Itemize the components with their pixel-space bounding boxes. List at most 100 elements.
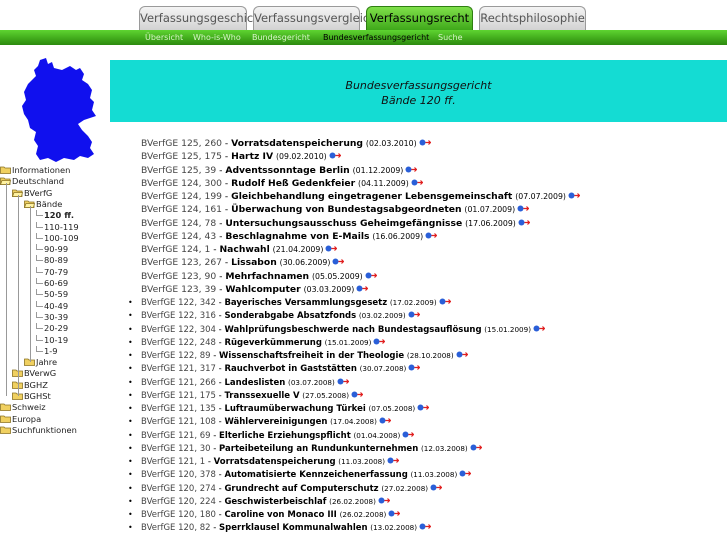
link-arrow-icon[interactable] bbox=[459, 470, 472, 477]
link-arrow-icon[interactable] bbox=[387, 457, 400, 464]
tree-item-110-119[interactable]: 110-119 bbox=[36, 221, 79, 233]
tab-verfassungsrecht[interactable]: Verfassungsrecht bbox=[366, 6, 473, 30]
tree-item-60-69[interactable]: 60-69 bbox=[36, 277, 68, 289]
decision-title-link[interactable]: Parteibeteilung an Rundunkunternehmen bbox=[219, 444, 418, 454]
tab-rechtsphilosophie[interactable]: Rechtsphilosophie bbox=[479, 6, 586, 30]
decision-title-link[interactable]: Wissenschaftsfreiheit in der Theologie bbox=[219, 351, 404, 361]
decision-title-link[interactable]: Grundrecht auf Computerschutz bbox=[224, 484, 378, 494]
link-arrow-icon[interactable] bbox=[337, 378, 349, 385]
tree-item-120-ff-[interactable]: 120 ff. bbox=[36, 209, 74, 221]
tree-item-90-99[interactable]: 90-99 bbox=[36, 243, 68, 255]
subnav-bundesverfassungsgericht[interactable]: Bundesverfassungsgericht bbox=[323, 31, 429, 44]
link-arrow-icon[interactable] bbox=[439, 298, 451, 305]
decision-title-link[interactable]: Rauchverbot in Gaststätten bbox=[224, 364, 356, 374]
decision-title-link[interactable]: Rudolf Heß Gedenkfeier bbox=[231, 178, 355, 189]
tree-item-suchfunktionen[interactable]: Suchfunktionen bbox=[0, 424, 77, 436]
decision-title-link[interactable]: Bayerisches Versammlungsgesetz bbox=[224, 298, 387, 308]
link-arrow-icon[interactable] bbox=[378, 497, 390, 504]
link-arrow-icon[interactable] bbox=[408, 364, 421, 371]
tree-item-1-9[interactable]: 1-9 bbox=[36, 345, 58, 357]
link-arrow-icon[interactable] bbox=[430, 484, 443, 491]
tree-item-100-109[interactable]: 100-109 bbox=[36, 232, 79, 244]
link-arrow-icon[interactable] bbox=[325, 245, 338, 252]
decision-title-link[interactable]: Vorratsdatenspeicherung bbox=[214, 457, 336, 467]
link-arrow-icon[interactable] bbox=[356, 285, 369, 292]
link-arrow-icon[interactable] bbox=[470, 444, 482, 451]
decision-reference: BVerfGE 121, 1 bbox=[141, 457, 206, 467]
decision-title-link[interactable]: Landeslisten bbox=[224, 378, 285, 388]
germany-map-icon[interactable] bbox=[18, 58, 104, 164]
decision-title-link[interactable]: Transsexuelle V bbox=[224, 391, 299, 401]
decision-title-link[interactable]: Rügeverkümmerung bbox=[224, 338, 322, 348]
tree-item-deutschland[interactable]: Deutschland bbox=[0, 175, 64, 187]
tree-item-20-29[interactable]: 20-29 bbox=[36, 322, 68, 334]
decision-title-link[interactable]: Lissabon bbox=[231, 257, 277, 268]
decision-reference: BVerfGE 120, 274 bbox=[141, 483, 216, 494]
decision-title-link[interactable]: Caroline von Monaco III bbox=[224, 510, 336, 520]
tree-item-europa[interactable]: Europa bbox=[0, 413, 41, 425]
tree-item-informationen[interactable]: Informationen bbox=[0, 164, 70, 176]
tab-verfassungsgeschichte[interactable]: Verfassungsgeschichte bbox=[139, 6, 272, 30]
link-arrow-icon[interactable] bbox=[405, 166, 418, 173]
decision-title-link[interactable]: Überwachung von Bundestagsabgeordneten bbox=[231, 204, 461, 215]
decision-title-link[interactable]: Mehrfachnamen bbox=[225, 271, 309, 282]
decision-date: (01.07.2009) bbox=[464, 205, 516, 215]
decision-title-link[interactable]: Geschwisterbeischlaf bbox=[224, 497, 326, 507]
link-arrow-icon[interactable] bbox=[517, 205, 530, 212]
decision-title-link[interactable]: Wählervereinigungen bbox=[224, 417, 327, 427]
link-arrow-icon[interactable] bbox=[419, 523, 432, 530]
tree-item-80-89[interactable]: 80-89 bbox=[36, 254, 68, 266]
subnav-uebersicht[interactable]: Übersicht bbox=[145, 31, 183, 44]
decision-title-link[interactable]: Sonderabgabe Absatzfonds bbox=[224, 311, 356, 321]
decision-title-link[interactable]: Gleichbehandlung eingetragener Lebensgem… bbox=[231, 191, 512, 202]
link-arrow-icon[interactable] bbox=[518, 219, 530, 226]
link-arrow-icon[interactable] bbox=[402, 431, 415, 438]
link-arrow-icon[interactable] bbox=[388, 510, 401, 517]
link-arrow-icon[interactable] bbox=[417, 404, 430, 411]
tree-item-label: Jahre bbox=[36, 357, 58, 368]
tree-item-jahre[interactable]: Jahre bbox=[24, 356, 57, 368]
tree-item-70-79[interactable]: 70-79 bbox=[36, 266, 68, 278]
decision-title-link[interactable]: Beschlagnahme von E-Mails bbox=[225, 231, 369, 242]
decision-reference: BVerfGE 123, 39 bbox=[141, 283, 217, 295]
link-arrow-icon[interactable] bbox=[411, 179, 423, 186]
decision-title-link[interactable]: Hartz IV bbox=[231, 151, 273, 162]
subnav-bundesgericht[interactable]: Bundesgericht bbox=[252, 31, 310, 44]
link-arrow-icon[interactable] bbox=[533, 325, 546, 332]
decision-title-link[interactable]: Automatisierte Kennzeichenerfassung bbox=[224, 470, 407, 480]
link-arrow-icon[interactable] bbox=[329, 152, 341, 159]
tree-item-50-59[interactable]: 50-59 bbox=[36, 288, 68, 300]
decision-title-link[interactable]: Adventssonntage Berlin bbox=[225, 165, 349, 176]
tree-item-10-19[interactable]: 10-19 bbox=[36, 334, 68, 346]
decision-title-link[interactable]: Elterliche Erziehungspflicht bbox=[219, 431, 351, 441]
link-arrow-icon[interactable] bbox=[408, 311, 420, 318]
decision-content: BVerfGE 124, 78 - Untersuchungsausschuss… bbox=[141, 217, 530, 231]
subnav-suche[interactable]: Suche bbox=[438, 31, 463, 44]
link-arrow-icon[interactable] bbox=[373, 338, 386, 345]
tree-item-schweiz[interactable]: Schweiz bbox=[0, 401, 46, 413]
decision-title-link[interactable]: Wahlcomputer bbox=[225, 284, 300, 295]
separator: - bbox=[216, 270, 226, 282]
link-arrow-icon[interactable] bbox=[379, 417, 391, 424]
decision-title-link[interactable]: Untersuchungsausschuss Geheimgefängnisse bbox=[225, 218, 462, 229]
decision-title-link[interactable]: Sperrklausel Kommunalwahlen bbox=[219, 523, 368, 533]
decision-title-link[interactable]: Wahlprüfungsbeschwerde nach Bundestagsau… bbox=[224, 325, 481, 335]
decision-date: (28.10.2008) bbox=[406, 351, 454, 360]
link-arrow-icon[interactable] bbox=[365, 272, 377, 279]
link-arrow-icon[interactable] bbox=[568, 192, 580, 199]
tree-item-40-49[interactable]: 40-49 bbox=[36, 300, 68, 312]
link-arrow-icon[interactable] bbox=[332, 258, 345, 265]
subnav-who-is-who[interactable]: Who-is-Who bbox=[193, 31, 241, 44]
tab-verfassungsvergleich[interactable]: Verfassungsvergleich bbox=[253, 6, 377, 30]
decision-title-link[interactable]: Luftraumüberwachung Türkei bbox=[224, 404, 365, 414]
tree-item-label: 50-59 bbox=[44, 289, 69, 300]
decision-reference: BVerfGE 120, 224 bbox=[141, 496, 216, 507]
link-arrow-icon[interactable] bbox=[419, 139, 431, 146]
link-arrow-icon[interactable] bbox=[425, 232, 438, 239]
decision-title-link[interactable]: Nachwahl bbox=[219, 244, 269, 255]
link-arrow-icon[interactable] bbox=[456, 351, 468, 358]
decision-title-link[interactable]: Vorratsdatenspeicherung bbox=[231, 138, 363, 149]
link-arrow-icon[interactable] bbox=[351, 391, 364, 398]
decision-reference: BVerfGE 120, 82 bbox=[141, 523, 211, 534]
tree-item-30-39[interactable]: 30-39 bbox=[36, 311, 68, 323]
